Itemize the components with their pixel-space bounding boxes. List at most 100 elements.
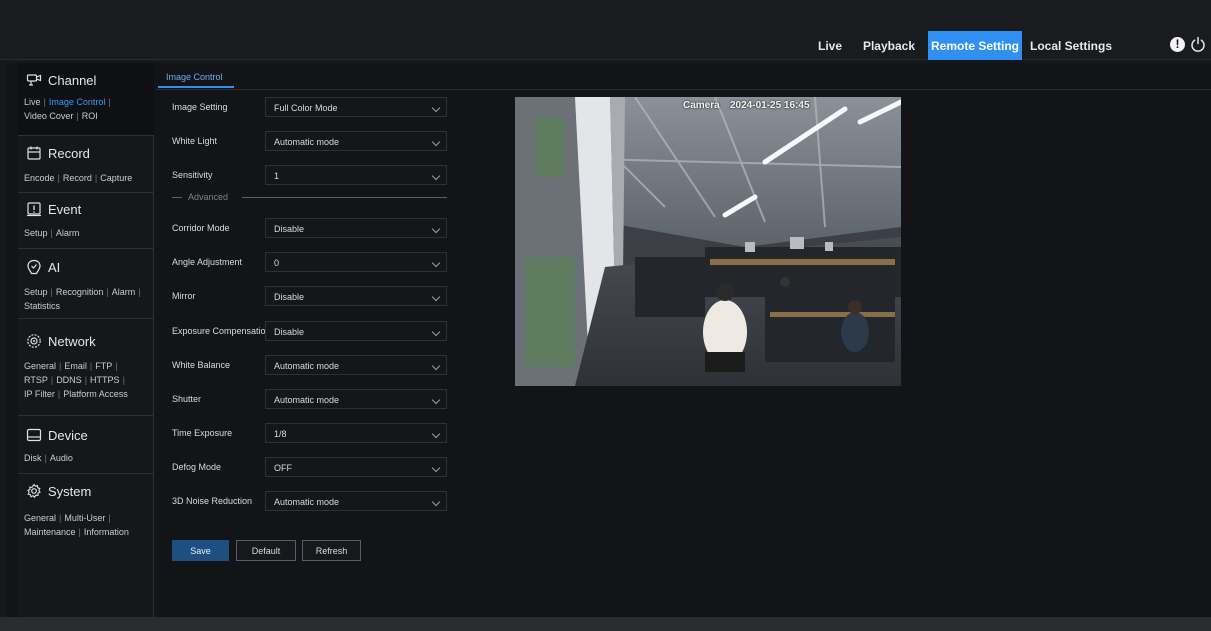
select-value: Automatic mode <box>274 361 340 371</box>
nav-playback[interactable]: Playback <box>854 31 924 60</box>
sidebar-links-record: Encode | Record | Capture <box>24 173 133 183</box>
sidebar-item-recognition[interactable]: Recognition <box>56 287 104 297</box>
tab-image-control[interactable]: Image Control <box>158 66 234 88</box>
sidebar-item-general[interactable]: General <box>24 513 56 523</box>
time-exposure-select[interactable]: 1/8 <box>265 423 447 443</box>
camera-timestamp-overlay: 2024-01-25 16:45 <box>730 100 810 111</box>
power-icon[interactable] <box>1190 36 1206 52</box>
sidebar-item-general[interactable]: General <box>24 361 56 371</box>
sidebar-title-device: Device <box>48 427 88 443</box>
angle-adjustment-select[interactable]: 0 <box>265 252 447 272</box>
divider-line <box>242 197 447 198</box>
sidebar-title-record: Record <box>48 145 90 161</box>
device-icon <box>26 428 42 442</box>
sidebar-section-record: Record Encode | Record | Capture <box>18 136 154 193</box>
sidebar-item-https[interactable]: HTTPS <box>90 375 120 385</box>
label-mirror: Mirror <box>172 291 196 301</box>
network-icon <box>27 334 41 348</box>
sidebar-head-event[interactable]: Event <box>26 201 81 217</box>
sidebar-item-ip-filter[interactable]: IP Filter <box>24 389 55 399</box>
nav-live[interactable]: Live <box>809 31 851 60</box>
select-value: Automatic mode <box>274 395 340 405</box>
defog-mode-select[interactable]: OFF <box>265 457 447 477</box>
bottom-strip <box>0 617 1211 631</box>
record-icon <box>27 146 41 160</box>
select-value: Disable <box>274 292 305 302</box>
sidebar-links-event: Setup | Alarm <box>24 228 80 238</box>
chevron-down-icon <box>431 292 441 302</box>
refresh-button[interactable]: Refresh <box>302 540 361 561</box>
label-image-setting: Image Setting <box>172 102 228 112</box>
shutter-select[interactable]: Automatic mode <box>265 389 447 409</box>
white-balance-select[interactable]: Automatic mode <box>265 355 447 375</box>
corridor-mode-select[interactable]: Disable <box>265 218 447 238</box>
label-angle-adjustment: Angle Adjustment <box>172 257 243 267</box>
sidebar-links-ai: Setup | Recognition | Alarm | Statistics <box>24 287 141 311</box>
select-value: 0 <box>274 258 280 268</box>
sidebar-item-information[interactable]: Information <box>84 527 129 537</box>
chevron-down-icon <box>431 171 441 181</box>
sidebar-head-record[interactable]: Record <box>26 145 90 161</box>
sidebar-item-ftp[interactable]: FTP <box>95 361 112 371</box>
select-value: OFF <box>274 463 292 473</box>
sidebar-title-system: System <box>48 483 92 499</box>
advanced-divider: Advanced <box>172 191 447 203</box>
sidebar-item-maintenance[interactable]: Maintenance <box>24 527 76 537</box>
sidebar-head-channel[interactable]: Channel <box>26 72 96 88</box>
sidebar-links-channel: Live | Image Control | Video Cover | ROI <box>24 97 111 121</box>
sidebar-head-device[interactable]: Device <box>26 427 88 443</box>
save-button[interactable]: Save <box>172 540 229 561</box>
sidebar-links-device: Disk | Audio <box>24 453 73 463</box>
white-light-select[interactable]: Automatic mode <box>265 131 447 151</box>
sidebar-item-live[interactable]: Live <box>24 97 41 107</box>
mirror-select[interactable]: Disable <box>265 286 447 306</box>
sensitivity-select[interactable]: 1 <box>265 165 447 185</box>
sidebar-item-alarm[interactable]: Alarm <box>112 287 136 297</box>
sidebar-item-multi-user[interactable]: Multi-User <box>64 513 105 523</box>
label-defog-mode: Defog Mode <box>172 462 222 472</box>
sidebar-item-setup[interactable]: Setup <box>24 228 48 238</box>
select-value: Disable <box>274 224 305 234</box>
event-icon <box>27 202 41 217</box>
sidebar-item-record[interactable]: Record <box>63 173 92 183</box>
image-setting-select[interactable]: Full Color Mode <box>265 97 447 117</box>
sidebar-item-setup[interactable]: Setup <box>24 287 48 297</box>
sidebar-item-platform-access[interactable]: Platform Access <box>63 389 128 399</box>
sidebar-item-encode[interactable]: Encode <box>24 173 55 183</box>
nav-remote-setting[interactable]: Remote Setting <box>928 31 1022 60</box>
exposure-compensation-select[interactable]: Disable <box>265 321 447 341</box>
sidebar-item-capture[interactable]: Capture <box>100 173 132 183</box>
sidebar-section-event: Event Setup | Alarm <box>18 193 154 249</box>
chevron-down-icon <box>431 137 441 147</box>
sidebar-head-ai[interactable]: AI <box>26 259 60 275</box>
sidebar-title-network: Network <box>48 333 96 349</box>
sidebar-item-rtsp[interactable]: RTSP <box>24 375 48 385</box>
label-3d-noise-reduction: 3D Noise Reduction <box>172 496 253 506</box>
default-button[interactable]: Default <box>236 540 296 561</box>
top-bar: Live Playback Remote Setting Local Setti… <box>0 0 1211 60</box>
alert-icon[interactable]: ! <box>1170 37 1185 52</box>
sidebar-item-disk[interactable]: Disk <box>24 453 42 463</box>
chevron-down-icon <box>431 429 441 439</box>
select-value: Automatic mode <box>274 137 340 147</box>
sidebar-item-statistics[interactable]: Statistics <box>24 301 60 311</box>
noise-reduction-select[interactable]: Automatic mode <box>265 491 447 511</box>
camera-preview[interactable]: Camera 2024-01-25 16:45 <box>515 97 901 386</box>
sidebar-item-alarm[interactable]: Alarm <box>56 228 80 238</box>
sidebar-title-ai: AI <box>48 259 61 275</box>
sidebar-item-video-cover[interactable]: Video Cover <box>24 111 73 121</box>
sidebar-head-system[interactable]: System <box>26 483 91 499</box>
label-sensitivity: Sensitivity <box>172 170 213 180</box>
chevron-down-icon <box>431 463 441 473</box>
sidebar-item-email[interactable]: Email <box>64 361 87 371</box>
sidebar-title-channel: Channel <box>48 72 97 88</box>
sidebar-section-network: Network General | Email | FTP | RTSP | DDNS | HTT… <box>18 319 154 416</box>
sidebar-item-ddns[interactable]: DDNS <box>56 375 82 385</box>
select-value: 1 <box>274 171 280 181</box>
sidebar-item-roi[interactable]: ROI <box>82 111 98 121</box>
label-white-light: White Light <box>172 136 218 146</box>
nav-local-settings[interactable]: Local Settings <box>1026 31 1116 60</box>
sidebar-item-audio[interactable]: Audio <box>50 453 73 463</box>
sidebar-item-image-control[interactable]: Image Control <box>49 97 106 107</box>
sidebar-head-network[interactable]: Network <box>26 333 96 349</box>
